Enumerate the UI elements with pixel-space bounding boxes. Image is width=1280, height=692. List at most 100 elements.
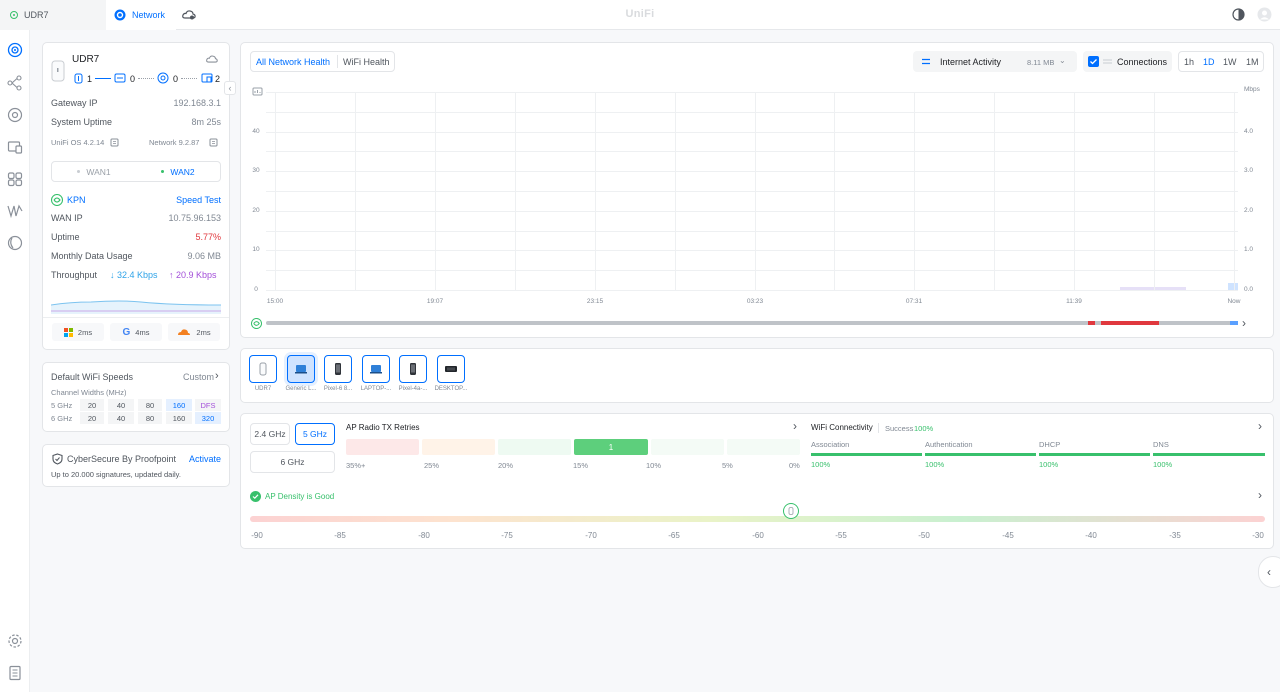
- phase-value: 100%: [1153, 460, 1173, 469]
- user-avatar-icon[interactable]: [1257, 7, 1272, 22]
- outage-segment[interactable]: [1088, 321, 1095, 325]
- radio-card: [240, 413, 1274, 549]
- device-strip-card: [240, 348, 1274, 403]
- retry-bucket: [727, 439, 800, 455]
- clients-icon[interactable]: [7, 139, 23, 155]
- cybersecure-card: [42, 444, 230, 487]
- tab-network[interactable]: Network: [106, 0, 176, 30]
- width-option-selected[interactable]: 160: [166, 399, 192, 411]
- arrow-down-icon: ↓: [110, 270, 118, 280]
- activate-link[interactable]: Activate: [189, 454, 221, 464]
- density-marker[interactable]: [783, 503, 799, 519]
- device-tile[interactable]: [287, 355, 315, 383]
- throughput-down: ↓ 32.4 Kbps: [110, 270, 158, 280]
- density-scale: [250, 516, 1265, 522]
- retry-bucket: [422, 439, 495, 455]
- tab-wan2[interactable]: WAN2: [136, 162, 220, 181]
- grid-line-horizontal: [266, 151, 1238, 152]
- width-option[interactable]: 40: [108, 399, 134, 411]
- device-tile[interactable]: [399, 355, 427, 383]
- retry-bucket: [498, 439, 571, 455]
- wifi-speeds-custom[interactable]: Custom: [183, 372, 214, 382]
- band-2-4ghz-button[interactable]: 2.4 GHz: [250, 423, 290, 445]
- device-tile[interactable]: [324, 355, 352, 383]
- grid-line-horizontal: [266, 112, 1238, 113]
- range-1d[interactable]: 1D: [1203, 57, 1215, 67]
- device-tile[interactable]: [249, 355, 277, 383]
- retry-bucket-active[interactable]: 1: [574, 439, 648, 455]
- tab-wan1-label: WAN1: [86, 166, 111, 177]
- grid-line-horizontal: [266, 290, 1238, 291]
- width-option[interactable]: 80: [138, 399, 162, 411]
- wan-ip-label: WAN IP: [51, 213, 83, 223]
- latency-microsoft-value: 2ms: [77, 327, 93, 337]
- dashboard-icon[interactable]: [7, 42, 23, 58]
- width-option[interactable]: 40: [108, 412, 134, 424]
- width-option[interactable]: 20: [80, 399, 104, 411]
- devices-icon[interactable]: [7, 107, 23, 123]
- tab-udr7[interactable]: UDR7: [0, 0, 106, 30]
- isp-name[interactable]: KPN: [67, 195, 86, 205]
- checkbox-checked-icon[interactable]: [1088, 56, 1099, 67]
- settings-icon[interactable]: [7, 633, 23, 649]
- dfs-option[interactable]: DFS: [195, 399, 221, 411]
- tab-add-app[interactable]: [178, 0, 200, 30]
- wan-ip-value: 10.75.96.153: [168, 213, 221, 223]
- vpn-icon[interactable]: [7, 235, 23, 251]
- tab-wifi-health[interactable]: WiFi Health: [343, 57, 390, 67]
- shield-icon: [52, 453, 63, 465]
- chevron-right-icon[interactable]: ›: [215, 370, 219, 382]
- throughput-down-value: 32.4 Kbps: [117, 270, 158, 280]
- device-label: UDR7: [254, 386, 272, 392]
- collapse-panel-button[interactable]: ‹: [224, 81, 236, 95]
- outage-segment[interactable]: [1101, 321, 1159, 325]
- grid-line-horizontal: [266, 250, 1238, 251]
- tx-retries-title: AP Radio TX Retries: [346, 423, 420, 432]
- y-tick-label-left: 40: [252, 128, 260, 135]
- cloud-gateway-icon: [206, 55, 218, 63]
- expand-sidebar-button[interactable]: ‹: [1258, 556, 1280, 588]
- release-notes-icon[interactable]: [110, 138, 119, 147]
- width-option[interactable]: 160: [166, 412, 192, 424]
- chevron-right-icon[interactable]: ›: [793, 419, 797, 433]
- width-option[interactable]: 20: [80, 412, 104, 424]
- top-bar: UDR7 Network UniFi: [0, 0, 1280, 30]
- width-option-selected[interactable]: 320: [195, 412, 221, 424]
- latency-google-value: 4ms: [135, 327, 150, 337]
- phone-icon: [335, 363, 341, 375]
- isp-icon: [251, 318, 262, 329]
- phase-value: 100%: [811, 460, 831, 469]
- range-1m[interactable]: 1M: [1246, 57, 1259, 67]
- statistics-icon[interactable]: [7, 203, 23, 219]
- google-icon: G: [122, 326, 131, 338]
- release-notes-icon[interactable]: [209, 138, 218, 147]
- chevron-right-icon[interactable]: ›: [1258, 419, 1262, 433]
- count-switches: 0: [130, 74, 136, 84]
- insights-icon[interactable]: [7, 171, 23, 187]
- x-tick-label: 15:00: [266, 298, 284, 305]
- speed-test-link[interactable]: Speed Test: [176, 195, 221, 205]
- band-5ghz-button[interactable]: 5 GHz: [295, 423, 335, 445]
- band-6ghz-button[interactable]: 6 GHz: [250, 451, 335, 473]
- device-label: Pixel-6 8...: [323, 386, 353, 392]
- tab-wan1[interactable]: WAN1: [52, 162, 136, 181]
- theme-toggle-icon[interactable]: [1232, 8, 1245, 21]
- device-tile[interactable]: [437, 355, 465, 383]
- divider: [43, 317, 229, 318]
- chevron-right-icon[interactable]: ›: [1258, 488, 1262, 502]
- count-aps: 0: [173, 74, 179, 84]
- isp-icon: [51, 194, 63, 206]
- device-tile[interactable]: [362, 355, 390, 383]
- udr7-device-icon: [51, 60, 65, 82]
- range-1h[interactable]: 1h: [1184, 57, 1194, 67]
- density-scale-label: -35: [1169, 531, 1181, 540]
- connections-label: Connections: [1117, 57, 1168, 67]
- tab-all-network-health[interactable]: All Network Health: [256, 57, 330, 67]
- ap-icon: [157, 72, 169, 84]
- width-option[interactable]: 80: [138, 412, 162, 424]
- chevron-right-icon[interactable]: ›: [1242, 316, 1246, 330]
- logs-icon[interactable]: [7, 665, 23, 681]
- switch-icon: [114, 73, 126, 83]
- topology-icon[interactable]: [7, 75, 23, 91]
- range-1w[interactable]: 1W: [1223, 57, 1237, 67]
